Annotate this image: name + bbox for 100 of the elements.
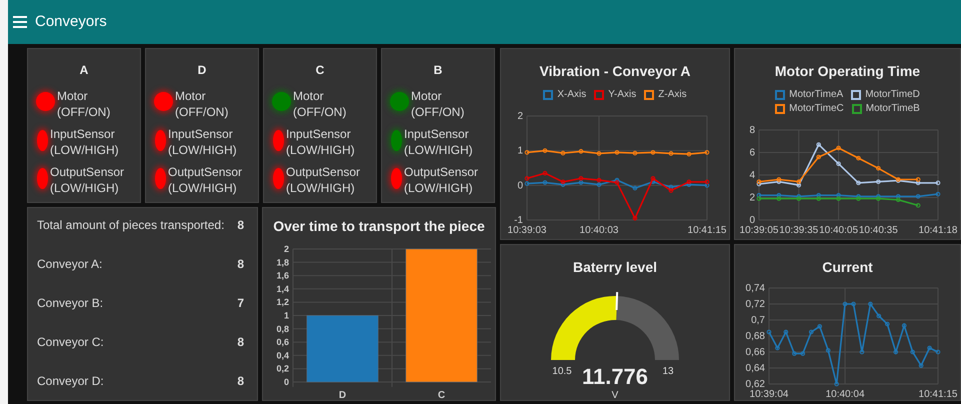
point [614, 150, 620, 155]
point [560, 182, 566, 187]
point [776, 177, 782, 182]
point [632, 186, 638, 190]
led-range: (OFF/ON) [175, 104, 228, 120]
point [776, 192, 782, 198]
x-tick-label: 10:40:05 [819, 225, 858, 236]
point [756, 192, 762, 198]
point [704, 150, 710, 155]
led-label: InputSensor [50, 126, 116, 142]
count-value: 8 [237, 373, 244, 390]
led-label: OutputSensor [168, 164, 242, 180]
legend-item[interactable]: MotorTimeB [852, 102, 920, 116]
point [614, 180, 620, 185]
point [560, 180, 566, 184]
led-label: InputSensor [168, 126, 234, 142]
y-tick-label: 0 [749, 215, 755, 226]
conveyor-title: D [196, 62, 208, 79]
y-tick-label: 2 [749, 192, 755, 204]
count-value: 8 [237, 256, 244, 273]
point [775, 346, 780, 350]
point [816, 154, 821, 160]
gauge-needle [616, 292, 618, 310]
point [704, 180, 710, 184]
point [936, 350, 940, 354]
gauge-track [616, 296, 679, 360]
point [936, 180, 940, 186]
point [578, 176, 584, 181]
point [816, 142, 821, 147]
legend-item[interactable]: Z-Axis [644, 88, 687, 102]
point [614, 178, 620, 182]
x-tick-label: 10:41:15 [918, 389, 958, 400]
led-range: (LOW/HIGH) [404, 142, 473, 158]
count-value: 7 [237, 295, 244, 312]
point [578, 180, 584, 185]
led-range: (OFF/ON) [293, 104, 346, 120]
point [916, 177, 920, 182]
count-label: Conveyor C: [37, 334, 104, 351]
led-range: (OFF/ON) [57, 104, 110, 120]
point [524, 181, 530, 186]
menu-icon[interactable] [13, 16, 27, 28]
x-tick-label: 10:40:35 [858, 225, 898, 236]
point [902, 323, 906, 328]
point [800, 351, 806, 356]
led-range: (LOW/HIGH) [168, 142, 237, 158]
led-label: Motor [57, 88, 89, 104]
point [668, 151, 674, 156]
legend-item[interactable]: MotorTimeC [775, 102, 844, 116]
y-tick-label: 0,4 [276, 350, 289, 360]
led-range: (LOW/HIGH) [286, 180, 356, 196]
count-label: Conveyor A: [37, 256, 102, 273]
point [936, 192, 940, 196]
point [817, 324, 822, 329]
led-label: InputSensor [404, 126, 470, 142]
point [596, 178, 602, 182]
point [842, 302, 848, 306]
legend-item[interactable]: Y-Axis [594, 88, 636, 102]
y-tick-label: 0,7 [751, 315, 765, 326]
point [668, 188, 674, 193]
point [560, 150, 566, 156]
point [542, 148, 548, 153]
y-tick-label: 0,66 [746, 347, 765, 358]
point [686, 152, 692, 156]
chart-title: Motor Operating Time [774, 62, 922, 81]
point [776, 196, 782, 201]
y-tick-label: 1 [517, 146, 523, 157]
point [756, 196, 762, 201]
legend-item[interactable]: MotorTimeA [775, 88, 844, 102]
point [816, 192, 821, 198]
point [916, 194, 920, 199]
x-tick-label: 10:41:15 [688, 225, 726, 236]
y-tick-label: 0,6 [276, 337, 289, 348]
x-tick-label: 10:40:03 [580, 225, 618, 236]
point [916, 203, 920, 208]
point [632, 216, 638, 221]
legend-item[interactable]: X-Axis [543, 88, 586, 102]
y-tick-label: 0 [284, 377, 289, 387]
x-tick-label: C [438, 390, 446, 400]
point [896, 197, 901, 202]
point [796, 182, 802, 188]
count-label: Total amount of pieces transported: [37, 217, 224, 234]
point [524, 150, 530, 155]
led-range: (LOW/HIGH) [404, 180, 474, 196]
y-tick-label: 4 [749, 170, 755, 181]
point [856, 156, 861, 160]
point [876, 179, 881, 184]
point [686, 180, 692, 184]
point [918, 363, 924, 368]
point [826, 348, 830, 353]
point [885, 322, 890, 326]
point [650, 176, 656, 181]
x-tick-label: 10:39:35 [779, 225, 818, 236]
gauge-title: Baterry level [572, 258, 658, 277]
point [784, 330, 788, 334]
legend-item[interactable]: MotorTimeD [851, 88, 920, 102]
point [836, 146, 841, 150]
point [596, 182, 602, 187]
count-label: Conveyor D: [37, 373, 104, 390]
point [766, 330, 772, 334]
point [910, 350, 915, 354]
